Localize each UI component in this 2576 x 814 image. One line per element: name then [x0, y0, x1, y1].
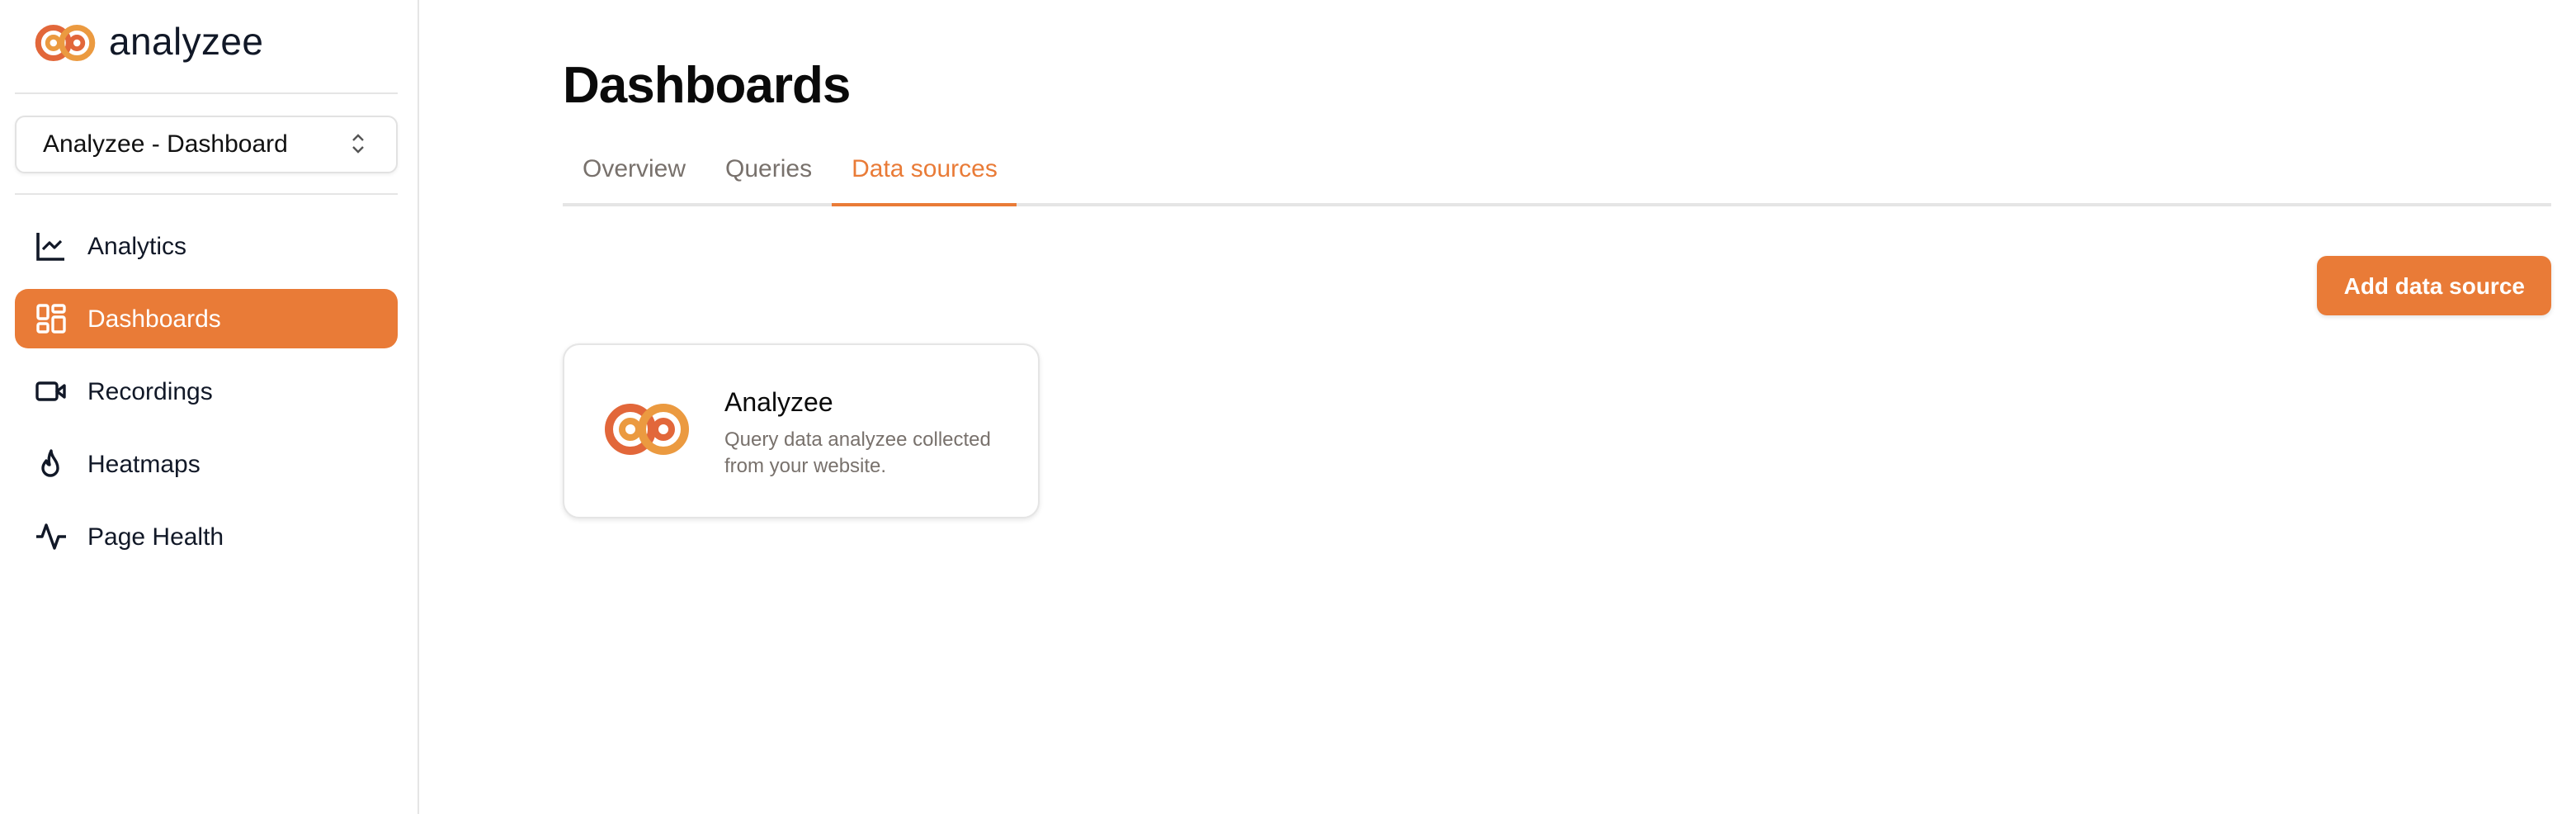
sidebar-item-heatmaps[interactable]: Heatmaps: [15, 434, 398, 494]
brand-name: analyzee: [109, 20, 264, 63]
sidebar: analyzee Analyzee - Dashboard Analytics: [0, 0, 419, 814]
sidebar-item-page-health[interactable]: Page Health: [15, 507, 398, 566]
sidebar-divider: [15, 193, 398, 195]
analyzee-logo-icon: [35, 23, 96, 61]
layout-dashboard-icon: [35, 302, 68, 335]
sidebar-item-dashboards[interactable]: Dashboards: [15, 289, 398, 348]
sidebar-item-label: Recordings: [87, 377, 213, 405]
tab-data-sources[interactable]: Data sources: [832, 142, 1018, 206]
sidebar-nav: Analytics Dashboards Recordings Heatmaps: [15, 216, 398, 580]
brand-logo[interactable]: analyzee: [35, 20, 263, 64]
app-window: analyzee Analyzee - Dashboard Analytics: [0, 0, 2576, 814]
project-selector-value: Analyzee - Dashboard: [43, 130, 288, 159]
sidebar-item-label: Dashboards: [87, 305, 221, 333]
sidebar-item-label: Page Health: [87, 523, 224, 551]
data-source-card[interactable]: Analyzee Query data analyzee collected f…: [563, 343, 1040, 518]
data-source-name: Analyzee: [724, 390, 833, 418]
page-title: Dashboards: [563, 56, 851, 114]
sidebar-item-analytics[interactable]: Analytics: [15, 216, 398, 276]
add-data-source-button[interactable]: Add data source: [2317, 256, 2551, 315]
tab-bar: Overview Queries Data sources: [563, 142, 2551, 206]
flame-icon: [35, 447, 68, 480]
data-source-description: Query data analyzee collected from your …: [724, 428, 991, 477]
chevrons-up-down-icon: [352, 134, 364, 154]
sidebar-item-label: Heatmaps: [87, 450, 201, 478]
sidebar-divider: [15, 92, 398, 94]
tab-overview[interactable]: Overview: [563, 142, 705, 203]
analyzee-logo-icon: [605, 404, 689, 455]
activity-icon: [35, 520, 68, 553]
tab-queries[interactable]: Queries: [705, 142, 832, 203]
sidebar-item-label: Analytics: [87, 232, 187, 260]
sidebar-item-recordings[interactable]: Recordings: [15, 362, 398, 421]
video-camera-icon: [35, 375, 68, 408]
main-content: Dashboards Overview Queries Data sources…: [419, 0, 2576, 814]
line-chart-icon: [35, 230, 68, 263]
project-selector[interactable]: Analyzee - Dashboard: [15, 116, 398, 173]
